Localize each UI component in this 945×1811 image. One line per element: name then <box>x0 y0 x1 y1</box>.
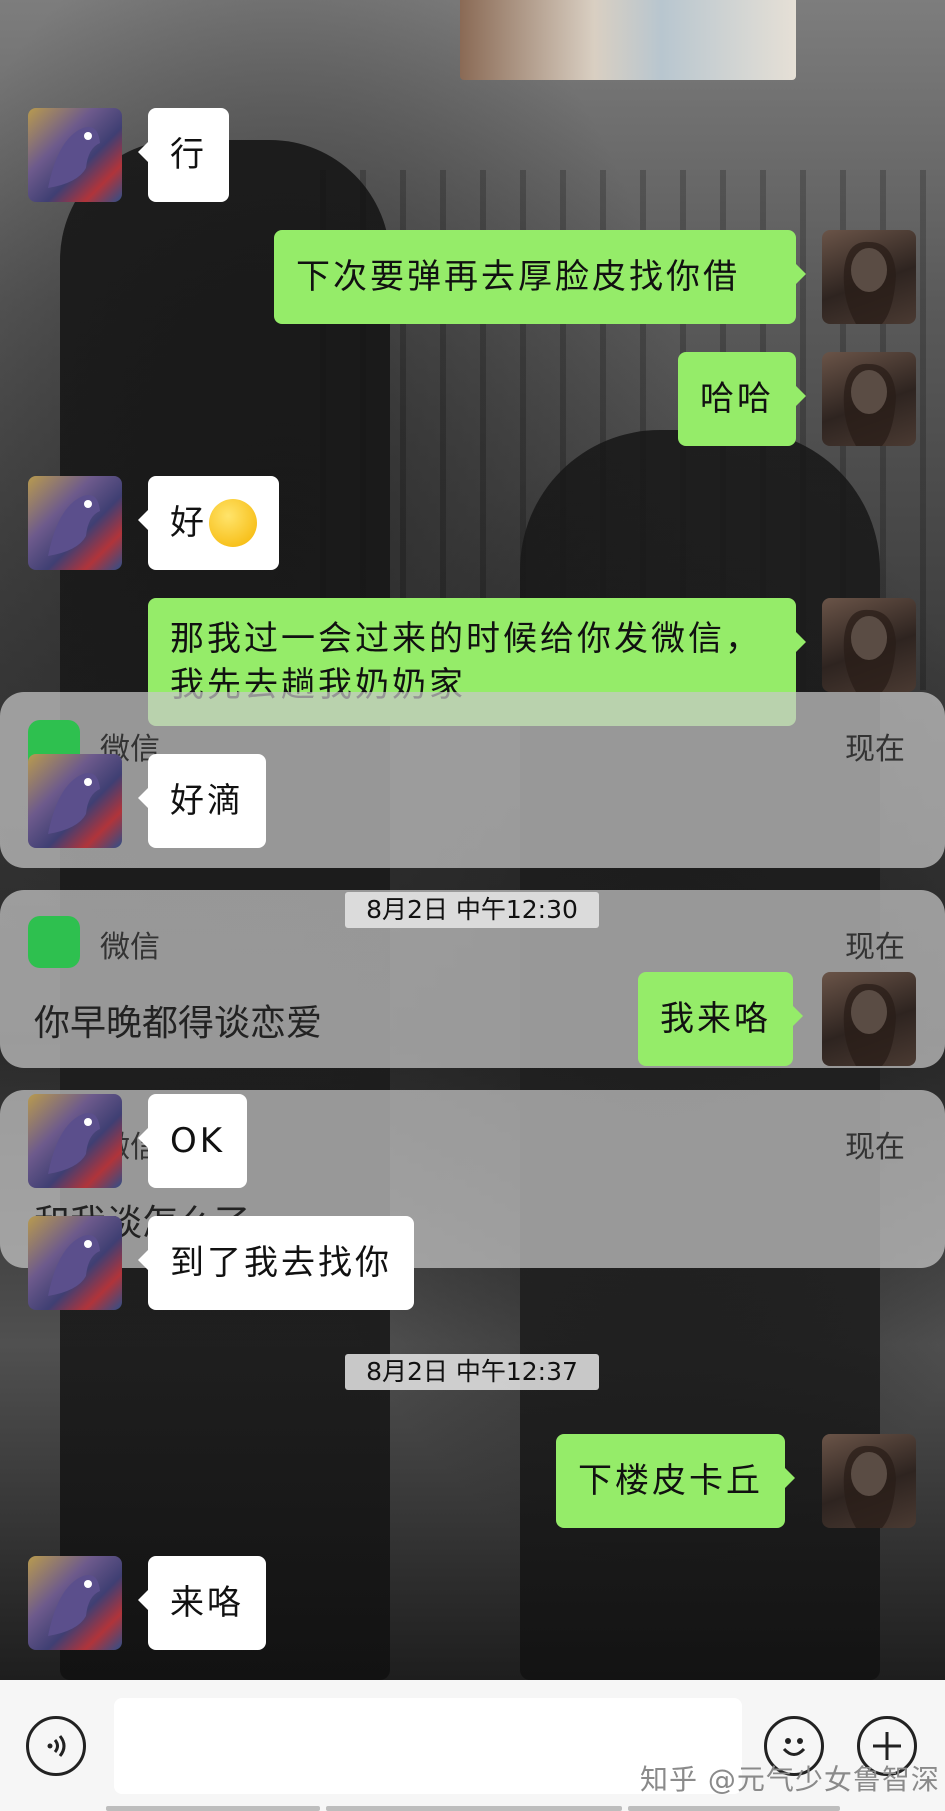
avatar-self[interactable] <box>822 1434 916 1528</box>
smirk-emoji-icon <box>209 499 257 547</box>
notification-time: 现在 <box>845 732 905 767</box>
notification-message: 你早晚都得谈恋爱 <box>34 1003 323 1044</box>
message-text: 好 <box>170 503 207 543</box>
message-bubble-received[interactable]: 行 <box>138 108 229 202</box>
keyboard-strip <box>326 1806 622 1811</box>
avatar-contact[interactable] <box>28 476 122 570</box>
message-bubble-sent[interactable]: 下次要弹再去厚脸皮找你借 <box>274 230 806 324</box>
notification-banner[interactable]: 微信 现在 和我谈怎么了 <box>0 1090 945 1268</box>
voice-icon[interactable] <box>26 1716 86 1776</box>
avatar-contact[interactable] <box>28 1094 122 1188</box>
message-bubble-received[interactable]: 好滴 <box>138 754 266 848</box>
avatar-contact[interactable] <box>28 108 122 202</box>
message-bubble-sent[interactable]: 哈哈 <box>678 352 806 446</box>
message-text: 来咯 <box>170 1583 244 1623</box>
message-text: 到了我去找你 <box>170 1243 392 1283</box>
keyboard-strip <box>628 1806 840 1811</box>
notification-time: 现在 <box>845 1130 905 1165</box>
chat-timestamp: 8月2日 中午12:30 <box>345 892 599 928</box>
avatar-self[interactable] <box>822 352 916 446</box>
notification-app-name: 微信 <box>100 930 160 965</box>
message-bubble-received[interactable]: 来咯 <box>138 1556 266 1650</box>
message-text-line1: 那我过一会过来的时候给你发微信， <box>170 619 762 659</box>
chat-timestamp: 8月2日 中午12:37 <box>345 1354 599 1390</box>
message-text: 好滴 <box>170 781 244 821</box>
notification-banner[interactable]: 微信 现在 <box>0 692 945 868</box>
avatar-contact[interactable] <box>28 1216 122 1310</box>
watermark: 知乎 @元气少女鲁智深 <box>640 1763 940 1796</box>
avatar-self[interactable] <box>822 972 916 1066</box>
message-text: 我来咯 <box>660 999 771 1039</box>
image-message-partial[interactable] <box>460 0 796 80</box>
message-bubble-sent[interactable]: 我来咯 <box>638 972 803 1066</box>
message-bubble-received[interactable]: 好 <box>138 476 279 570</box>
message-bubble-received[interactable]: OK <box>137 1094 248 1188</box>
message-text: OK <box>170 1121 226 1161</box>
message-text: 下次要弹再去厚脸皮找你借 <box>296 257 740 297</box>
message-text: 行 <box>170 135 207 175</box>
wechat-icon <box>28 916 80 968</box>
avatar-self[interactable] <box>822 598 916 692</box>
message-bubble-received[interactable]: 到了我去找你 <box>138 1216 414 1310</box>
avatar-contact[interactable] <box>28 1556 122 1650</box>
avatar-self[interactable] <box>822 230 916 324</box>
notification-time: 现在 <box>845 930 905 965</box>
avatar-contact[interactable] <box>28 754 122 848</box>
message-bubble-sent[interactable]: 下楼皮卡丘 <box>556 1434 795 1528</box>
message-text: 哈哈 <box>700 379 774 419</box>
message-text: 下楼皮卡丘 <box>578 1461 763 1501</box>
keyboard-strip <box>106 1806 320 1811</box>
